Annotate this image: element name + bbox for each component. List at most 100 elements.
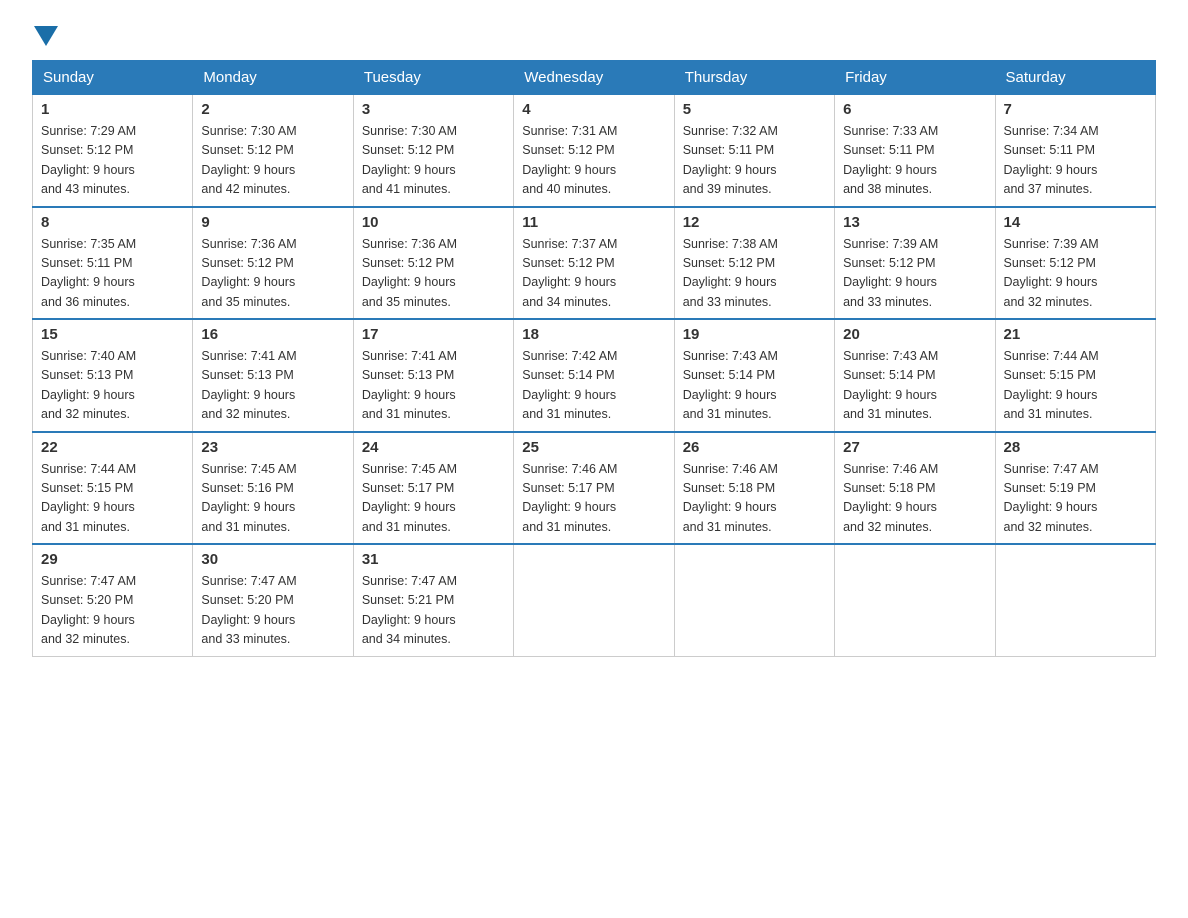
calendar-week-row: 8 Sunrise: 7:35 AM Sunset: 5:11 PM Dayli… xyxy=(33,207,1156,320)
day-number: 29 xyxy=(41,551,184,568)
calendar-week-row: 29 Sunrise: 7:47 AM Sunset: 5:20 PM Dayl… xyxy=(33,544,1156,656)
day-info: Sunrise: 7:46 AM Sunset: 5:18 PM Dayligh… xyxy=(843,460,986,538)
calendar-cell xyxy=(995,544,1155,656)
calendar-cell: 8 Sunrise: 7:35 AM Sunset: 5:11 PM Dayli… xyxy=(33,207,193,320)
calendar-week-row: 15 Sunrise: 7:40 AM Sunset: 5:13 PM Dayl… xyxy=(33,319,1156,432)
calendar-cell: 19 Sunrise: 7:43 AM Sunset: 5:14 PM Dayl… xyxy=(674,319,834,432)
day-number: 2 xyxy=(201,101,344,118)
day-number: 9 xyxy=(201,214,344,231)
day-number: 23 xyxy=(201,439,344,456)
day-number: 18 xyxy=(522,326,665,343)
calendar-cell: 22 Sunrise: 7:44 AM Sunset: 5:15 PM Dayl… xyxy=(33,432,193,545)
day-number: 21 xyxy=(1004,326,1147,343)
day-info: Sunrise: 7:31 AM Sunset: 5:12 PM Dayligh… xyxy=(522,122,665,200)
day-number: 15 xyxy=(41,326,184,343)
day-number: 5 xyxy=(683,101,826,118)
day-info: Sunrise: 7:36 AM Sunset: 5:12 PM Dayligh… xyxy=(201,235,344,313)
day-number: 27 xyxy=(843,439,986,456)
day-number: 19 xyxy=(683,326,826,343)
day-info: Sunrise: 7:46 AM Sunset: 5:18 PM Dayligh… xyxy=(683,460,826,538)
day-info: Sunrise: 7:43 AM Sunset: 5:14 PM Dayligh… xyxy=(683,347,826,425)
day-info: Sunrise: 7:47 AM Sunset: 5:20 PM Dayligh… xyxy=(201,572,344,650)
col-header-sunday: Sunday xyxy=(33,61,193,95)
calendar-cell: 15 Sunrise: 7:40 AM Sunset: 5:13 PM Dayl… xyxy=(33,319,193,432)
calendar-cell: 20 Sunrise: 7:43 AM Sunset: 5:14 PM Dayl… xyxy=(835,319,995,432)
day-number: 22 xyxy=(41,439,184,456)
calendar-cell: 11 Sunrise: 7:37 AM Sunset: 5:12 PM Dayl… xyxy=(514,207,674,320)
calendar-cell: 13 Sunrise: 7:39 AM Sunset: 5:12 PM Dayl… xyxy=(835,207,995,320)
calendar-cell: 2 Sunrise: 7:30 AM Sunset: 5:12 PM Dayli… xyxy=(193,95,353,207)
calendar-cell: 1 Sunrise: 7:29 AM Sunset: 5:12 PM Dayli… xyxy=(33,95,193,207)
day-number: 28 xyxy=(1004,439,1147,456)
day-info: Sunrise: 7:30 AM Sunset: 5:12 PM Dayligh… xyxy=(362,122,505,200)
day-number: 24 xyxy=(362,439,505,456)
calendar-cell: 9 Sunrise: 7:36 AM Sunset: 5:12 PM Dayli… xyxy=(193,207,353,320)
calendar-cell: 31 Sunrise: 7:47 AM Sunset: 5:21 PM Dayl… xyxy=(353,544,513,656)
day-number: 12 xyxy=(683,214,826,231)
col-header-tuesday: Tuesday xyxy=(353,61,513,95)
calendar-cell xyxy=(514,544,674,656)
col-header-wednesday: Wednesday xyxy=(514,61,674,95)
day-info: Sunrise: 7:47 AM Sunset: 5:21 PM Dayligh… xyxy=(362,572,505,650)
day-info: Sunrise: 7:47 AM Sunset: 5:20 PM Dayligh… xyxy=(41,572,184,650)
day-number: 1 xyxy=(41,101,184,118)
logo xyxy=(32,24,58,42)
day-info: Sunrise: 7:47 AM Sunset: 5:19 PM Dayligh… xyxy=(1004,460,1147,538)
calendar-cell: 3 Sunrise: 7:30 AM Sunset: 5:12 PM Dayli… xyxy=(353,95,513,207)
day-info: Sunrise: 7:40 AM Sunset: 5:13 PM Dayligh… xyxy=(41,347,184,425)
logo-arrow-icon xyxy=(34,26,58,46)
day-number: 17 xyxy=(362,326,505,343)
day-number: 30 xyxy=(201,551,344,568)
calendar-cell: 26 Sunrise: 7:46 AM Sunset: 5:18 PM Dayl… xyxy=(674,432,834,545)
calendar-cell: 10 Sunrise: 7:36 AM Sunset: 5:12 PM Dayl… xyxy=(353,207,513,320)
day-number: 20 xyxy=(843,326,986,343)
day-number: 26 xyxy=(683,439,826,456)
calendar-cell: 24 Sunrise: 7:45 AM Sunset: 5:17 PM Dayl… xyxy=(353,432,513,545)
day-info: Sunrise: 7:30 AM Sunset: 5:12 PM Dayligh… xyxy=(201,122,344,200)
page-header xyxy=(32,24,1156,42)
day-info: Sunrise: 7:32 AM Sunset: 5:11 PM Dayligh… xyxy=(683,122,826,200)
calendar-cell xyxy=(835,544,995,656)
calendar-cell: 7 Sunrise: 7:34 AM Sunset: 5:11 PM Dayli… xyxy=(995,95,1155,207)
calendar-cell: 14 Sunrise: 7:39 AM Sunset: 5:12 PM Dayl… xyxy=(995,207,1155,320)
calendar-cell: 16 Sunrise: 7:41 AM Sunset: 5:13 PM Dayl… xyxy=(193,319,353,432)
day-info: Sunrise: 7:34 AM Sunset: 5:11 PM Dayligh… xyxy=(1004,122,1147,200)
day-number: 6 xyxy=(843,101,986,118)
day-info: Sunrise: 7:36 AM Sunset: 5:12 PM Dayligh… xyxy=(362,235,505,313)
day-number: 10 xyxy=(362,214,505,231)
day-number: 7 xyxy=(1004,101,1147,118)
day-number: 14 xyxy=(1004,214,1147,231)
day-info: Sunrise: 7:35 AM Sunset: 5:11 PM Dayligh… xyxy=(41,235,184,313)
day-info: Sunrise: 7:37 AM Sunset: 5:12 PM Dayligh… xyxy=(522,235,665,313)
day-number: 25 xyxy=(522,439,665,456)
calendar-cell: 5 Sunrise: 7:32 AM Sunset: 5:11 PM Dayli… xyxy=(674,95,834,207)
day-number: 8 xyxy=(41,214,184,231)
day-info: Sunrise: 7:43 AM Sunset: 5:14 PM Dayligh… xyxy=(843,347,986,425)
calendar-cell: 23 Sunrise: 7:45 AM Sunset: 5:16 PM Dayl… xyxy=(193,432,353,545)
calendar-cell: 27 Sunrise: 7:46 AM Sunset: 5:18 PM Dayl… xyxy=(835,432,995,545)
day-number: 31 xyxy=(362,551,505,568)
calendar-cell xyxy=(674,544,834,656)
day-info: Sunrise: 7:44 AM Sunset: 5:15 PM Dayligh… xyxy=(41,460,184,538)
day-info: Sunrise: 7:41 AM Sunset: 5:13 PM Dayligh… xyxy=(201,347,344,425)
calendar-cell: 29 Sunrise: 7:47 AM Sunset: 5:20 PM Dayl… xyxy=(33,544,193,656)
calendar-cell: 18 Sunrise: 7:42 AM Sunset: 5:14 PM Dayl… xyxy=(514,319,674,432)
day-info: Sunrise: 7:42 AM Sunset: 5:14 PM Dayligh… xyxy=(522,347,665,425)
calendar-cell: 21 Sunrise: 7:44 AM Sunset: 5:15 PM Dayl… xyxy=(995,319,1155,432)
day-number: 3 xyxy=(362,101,505,118)
day-number: 11 xyxy=(522,214,665,231)
col-header-monday: Monday xyxy=(193,61,353,95)
col-header-friday: Friday xyxy=(835,61,995,95)
calendar-header-row: SundayMondayTuesdayWednesdayThursdayFrid… xyxy=(33,61,1156,95)
calendar-week-row: 1 Sunrise: 7:29 AM Sunset: 5:12 PM Dayli… xyxy=(33,95,1156,207)
col-header-saturday: Saturday xyxy=(995,61,1155,95)
calendar-cell: 4 Sunrise: 7:31 AM Sunset: 5:12 PM Dayli… xyxy=(514,95,674,207)
col-header-thursday: Thursday xyxy=(674,61,834,95)
calendar-cell: 17 Sunrise: 7:41 AM Sunset: 5:13 PM Dayl… xyxy=(353,319,513,432)
calendar-cell: 28 Sunrise: 7:47 AM Sunset: 5:19 PM Dayl… xyxy=(995,432,1155,545)
day-info: Sunrise: 7:44 AM Sunset: 5:15 PM Dayligh… xyxy=(1004,347,1147,425)
day-info: Sunrise: 7:39 AM Sunset: 5:12 PM Dayligh… xyxy=(843,235,986,313)
day-info: Sunrise: 7:39 AM Sunset: 5:12 PM Dayligh… xyxy=(1004,235,1147,313)
day-number: 16 xyxy=(201,326,344,343)
day-info: Sunrise: 7:38 AM Sunset: 5:12 PM Dayligh… xyxy=(683,235,826,313)
